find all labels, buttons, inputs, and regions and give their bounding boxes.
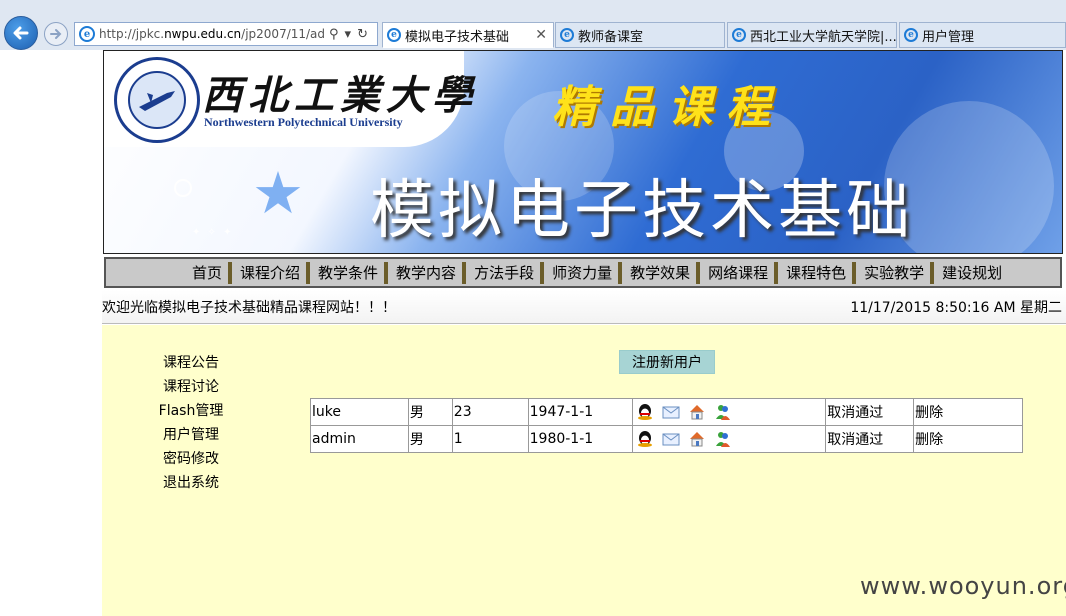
menu-item-online[interactable]: 网络课程 (702, 261, 779, 284)
menu-item-home[interactable]: 首页 (186, 261, 233, 284)
msn-icon[interactable] (714, 430, 732, 448)
tab-label: 用户管理 (922, 29, 975, 45)
tab-teacher-room[interactable]: e 教师备课室 (555, 22, 725, 48)
sidebar-item-password[interactable]: 密码修改 (163, 447, 219, 471)
forward-button[interactable] (44, 22, 68, 46)
tab-label: 西北工业大学航天学院|... (750, 29, 897, 45)
ie-icon: e (560, 28, 574, 42)
register-user-button[interactable]: 注册新用户 (619, 350, 715, 374)
cancel-approval-link[interactable]: 取消通过 (825, 425, 915, 453)
university-logo (114, 57, 200, 143)
menu-item-plan[interactable]: 建设规划 (936, 262, 1008, 284)
delete-user-link[interactable]: 删除 (913, 398, 1023, 426)
sidebar-item-users[interactable]: 用户管理 (163, 423, 219, 447)
main-menu: 首页 课程介绍 教学条件 教学内容 方法手段 师资力量 教学效果 网络课程 课程… (104, 257, 1062, 288)
menu-item-experiments[interactable]: 实验教学 (858, 261, 935, 284)
qq-icon[interactable] (636, 403, 654, 421)
msn-icon[interactable] (714, 403, 732, 421)
ring-icon (174, 179, 192, 197)
menu-item-features[interactable]: 课程特色 (780, 261, 857, 284)
ie-icon: e (732, 28, 746, 42)
welcome-bar: 欢迎光临模拟电子技术基础精品课程网站！！！ 11/17/2015 8:50:16… (102, 290, 1066, 324)
sidebar-item-logout[interactable]: 退出系统 (163, 471, 219, 495)
airplane-icon (139, 91, 175, 111)
url-text[interactable]: http://jpkc.nwpu.edu.cn/jp2007/11/admin (99, 27, 325, 41)
ie-icon: e (79, 26, 95, 42)
browser-chrome: e http://jpkc.nwpu.edu.cn/jp2007/11/admi… (0, 0, 1066, 50)
user-birth: 1980-1-1 (527, 425, 633, 453)
user-name: admin (310, 425, 409, 453)
menu-item-effects[interactable]: 教学效果 (624, 261, 701, 284)
welcome-message: 欢迎光临模拟电子技术基础精品课程网站！！！ (102, 299, 396, 316)
user-birth: 1947-1-1 (527, 398, 633, 426)
sidebar-item-announcements[interactable]: 课程公告 (163, 351, 219, 375)
home-icon[interactable] (688, 430, 706, 448)
university-name-en: Northwestern Polytechnical University (204, 115, 403, 129)
menu-item-methods[interactable]: 方法手段 (468, 261, 545, 284)
slogan: 精品课程 (552, 82, 784, 133)
delete-user-link[interactable]: 删除 (913, 425, 1023, 453)
menu-item-content[interactable]: 教学内容 (390, 261, 467, 284)
datetime: 11/17/2015 8:50:16 AM 星期二 (850, 299, 1062, 316)
ie-icon: e (387, 28, 401, 42)
tab-course[interactable]: e 模拟电子技术基础 ✕ (382, 22, 554, 48)
cancel-approval-link[interactable]: 取消通过 (825, 398, 915, 426)
user-gender: 男 (407, 398, 453, 426)
dropdown-icon[interactable]: ▾ (345, 27, 352, 42)
close-icon[interactable]: ✕ (535, 27, 547, 43)
refresh-icon[interactable]: ↻ (357, 27, 368, 42)
contact-icons (631, 398, 827, 426)
admin-sidebar: 课程公告 课程讨论 Flash管理 用户管理 密码修改 退出系统 (146, 351, 236, 495)
qq-icon[interactable] (636, 430, 654, 448)
user-table: luke 男 23 1947-1-1 取消通过 删除 admin 男 1 198… (310, 398, 1023, 453)
arrow-right-icon (50, 29, 62, 39)
menu-item-faculty[interactable]: 师资力量 (546, 261, 623, 284)
home-icon[interactable] (688, 403, 706, 421)
back-button[interactable] (4, 16, 38, 50)
user-age: 1 (451, 425, 529, 453)
sidebar-item-discussion[interactable]: 课程讨论 (163, 375, 219, 399)
tab-label: 教师备课室 (578, 29, 644, 45)
tab-user-management[interactable]: e 用户管理 (899, 22, 1066, 48)
menu-item-conditions[interactable]: 教学条件 (312, 261, 389, 284)
site-banner: 西北工業大學 Northwestern Polytechnical Univer… (103, 50, 1063, 254)
menu-item-intro[interactable]: 课程介绍 (234, 261, 311, 284)
arrow-left-icon (13, 26, 29, 40)
address-bar[interactable]: e http://jpkc.nwpu.edu.cn/jp2007/11/admi… (74, 22, 378, 46)
watermark: www.wooyun.org (860, 572, 1066, 600)
user-name: luke (310, 398, 409, 426)
table-row: admin 男 1 1980-1-1 取消通过 删除 (310, 425, 1023, 453)
tab-astronautics[interactable]: e 西北工业大学航天学院|... (727, 22, 897, 48)
email-icon[interactable] (662, 430, 680, 448)
contact-icons (631, 425, 827, 453)
user-age: 23 (451, 398, 529, 426)
star-icon: ★ (252, 159, 304, 227)
sidebar-item-flash[interactable]: Flash管理 (159, 399, 224, 423)
search-icon[interactable]: ⚲ (329, 27, 339, 42)
user-gender: 男 (407, 425, 453, 453)
table-row: luke 男 23 1947-1-1 取消通过 删除 (310, 398, 1023, 426)
university-name-cn: 西北工業大學 (202, 72, 478, 119)
sparkle-icon: ✦ ✧ ✦ (192, 227, 234, 238)
course-title: 模拟电子技术基础 (370, 174, 914, 248)
ie-icon: e (904, 28, 918, 42)
tab-label: 模拟电子技术基础 (405, 29, 510, 45)
page-margin (0, 50, 102, 616)
email-icon[interactable] (662, 403, 680, 421)
